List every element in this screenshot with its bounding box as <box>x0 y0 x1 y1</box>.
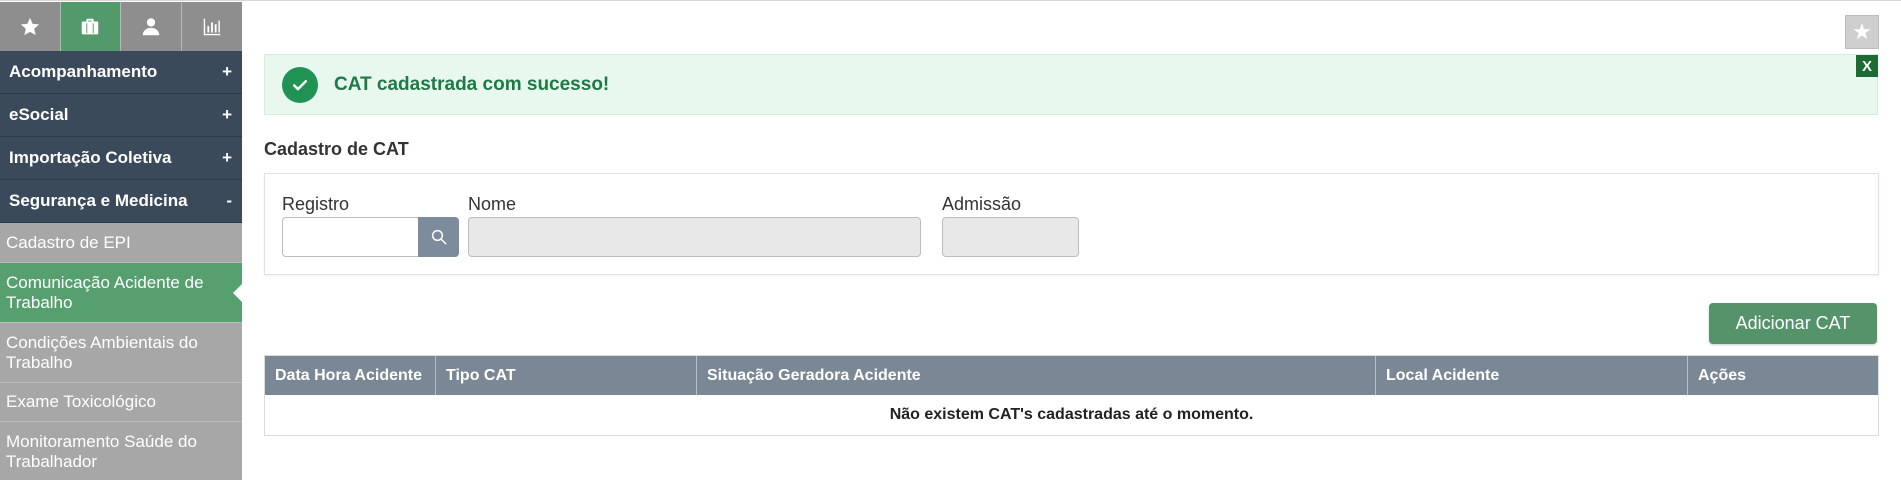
sidebar-item-label: Monitoramento Saúde do Trabalhador <box>6 431 197 471</box>
nome-field <box>468 217 921 257</box>
column-header[interactable]: Data Hora Acidente <box>265 356 436 395</box>
admissao-field <box>942 217 1079 257</box>
menu-group-label: Importação Coletiva <box>9 148 172 167</box>
main-content: ★ CAT cadastrada com sucesso! X Cadastro… <box>242 2 1901 480</box>
nome-label: Nome <box>468 194 517 214</box>
expand-icon: + <box>222 62 232 81</box>
expand-icon: + <box>222 148 232 167</box>
sidebar-item-label: Condições Ambientais do Trabalho <box>6 332 198 372</box>
alert-message: CAT cadastrada com sucesso! <box>334 73 610 95</box>
admissao-label: Admissão <box>942 194 1022 214</box>
chart-icon <box>203 18 220 35</box>
briefcase-icon <box>82 18 99 34</box>
column-header[interactable]: Situação Geradora Acidente <box>697 356 1376 395</box>
tab-reports[interactable] <box>181 2 242 51</box>
sidebar-item-cadastro-epi[interactable]: Cadastro de EPI <box>0 223 242 263</box>
column-header[interactable]: Local Acidente <box>1376 356 1688 395</box>
registro-label: Registro <box>282 194 350 214</box>
alert-close-button[interactable]: X <box>1856 55 1878 77</box>
menu-group-esocial[interactable]: eSocial + <box>0 94 242 137</box>
registro-input[interactable] <box>282 217 420 257</box>
sidebar-item-label: Comunicação Acidente de Trabalho <box>6 272 204 312</box>
star-icon <box>20 17 39 35</box>
success-alert: CAT cadastrada com sucesso! <box>264 54 1878 115</box>
collapse-icon: - <box>226 191 232 210</box>
star-icon: ★ <box>1852 19 1872 44</box>
tab-favorites[interactable] <box>0 2 61 51</box>
tab-briefcase[interactable] <box>60 2 121 51</box>
employee-form: Registro Nome Admissão <box>264 173 1879 275</box>
empty-state-message: Não existem CAT's cadastradas até o mome… <box>265 395 1878 435</box>
sidebar-item-label: Cadastro de EPI <box>6 232 131 252</box>
check-circle-icon <box>282 66 318 103</box>
sidebar: Acompanhamento + eSocial + Importação Co… <box>0 2 242 480</box>
sidebar-item-comunicacao-acidente[interactable]: Comunicação Acidente de Trabalho <box>0 263 242 323</box>
add-cat-button[interactable]: Adicionar CAT <box>1709 303 1877 344</box>
page-title: Cadastro de CAT <box>264 139 409 159</box>
search-button[interactable] <box>418 217 459 257</box>
favorite-button[interactable]: ★ <box>1845 15 1879 49</box>
sidebar-item-exame-toxicologico[interactable]: Exame Toxicológico <box>0 383 242 422</box>
menu-group-label: eSocial <box>9 105 69 124</box>
sidebar-item-monitoramento-saude[interactable]: Monitoramento Saúde do Trabalhador <box>0 422 242 480</box>
search-icon <box>431 229 446 245</box>
tab-user[interactable] <box>121 2 182 51</box>
sidebar-item-label: Exame Toxicológico <box>6 392 156 411</box>
expand-icon: + <box>222 105 232 124</box>
menu-group-seguranca[interactable]: Segurança e Medicina - <box>0 180 242 223</box>
menu-group-label: Acompanhamento <box>9 62 158 81</box>
menu-group-importacao[interactable]: Importação Coletiva + <box>0 137 242 180</box>
column-header: Ações <box>1698 366 1747 384</box>
sidebar-tabs <box>0 2 242 51</box>
cat-table: Data Hora Acidente Tipo CAT Situação Ger… <box>264 355 1879 436</box>
column-header[interactable]: Tipo CAT <box>436 356 697 395</box>
menu-group-label: Segurança e Medicina <box>9 191 188 210</box>
menu-group-acompanhamento[interactable]: Acompanhamento + <box>0 51 242 94</box>
user-icon <box>142 17 159 35</box>
table-header: Data Hora Acidente Tipo CAT Situação Ger… <box>265 356 1878 395</box>
sidebar-item-condicoes-ambientais[interactable]: Condições Ambientais do Trabalho <box>0 323 242 383</box>
